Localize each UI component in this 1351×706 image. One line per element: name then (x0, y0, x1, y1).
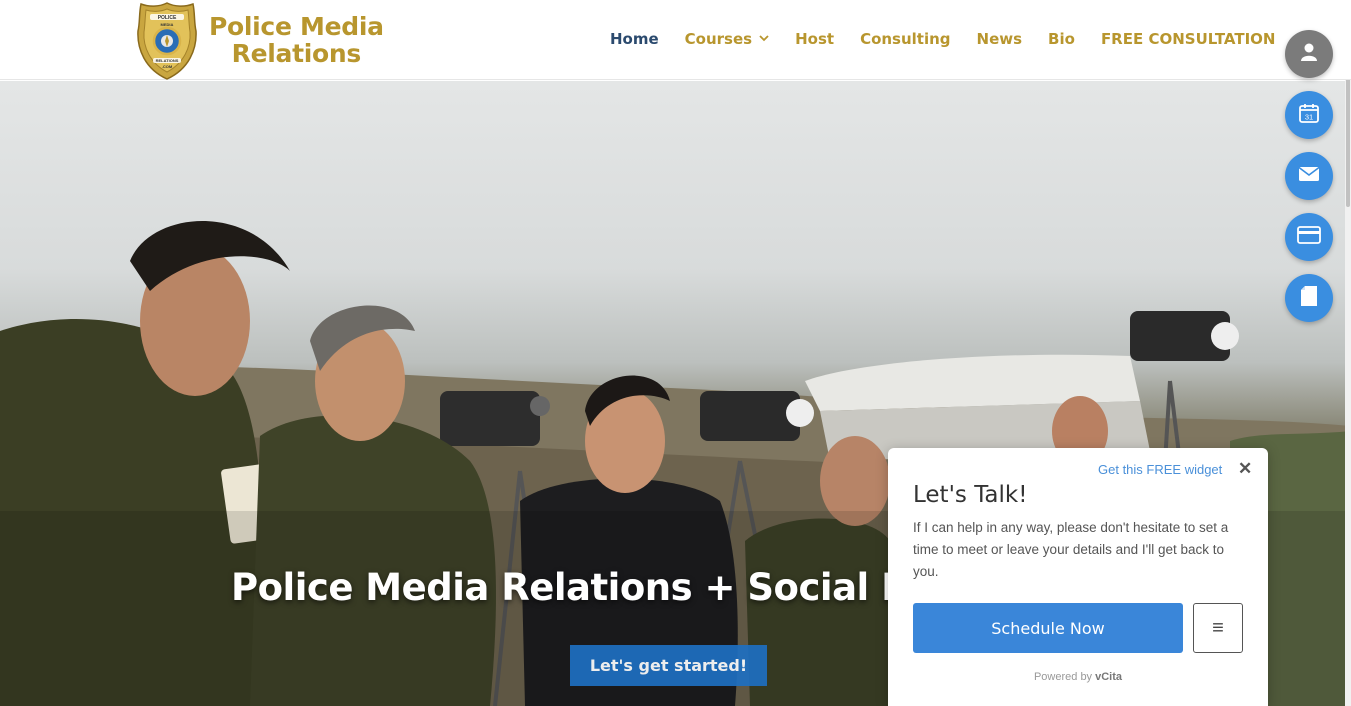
badge-text-bottom: RELATIONS (156, 58, 179, 63)
page: POLICE MEDIA RELATIONS .COM Police Media… (0, 0, 1351, 706)
credit-card-icon (1297, 225, 1321, 249)
nav-home[interactable]: Home (610, 30, 659, 48)
profile-button[interactable] (1285, 30, 1333, 78)
calendar-icon: 31 (1298, 102, 1320, 129)
get-free-widget-link[interactable]: Get this FREE widget (1098, 462, 1222, 477)
logo-line-2: Relations (231, 39, 362, 68)
nav-free-consultation[interactable]: FREE CONSULTATION (1101, 30, 1276, 48)
chevron-down-icon (759, 34, 769, 45)
badge-text-com: .COM (162, 64, 173, 69)
calendar-day: 31 (1305, 112, 1313, 121)
powered-by-brand[interactable]: vCita (1095, 671, 1122, 683)
badge-text-mid: MEDIA (161, 22, 174, 27)
nav-consulting[interactable]: Consulting (860, 30, 950, 48)
hero-title: Police Media Relations + Social Me (231, 566, 943, 609)
logo-line-1: Police Media (209, 12, 384, 41)
nav-host[interactable]: Host (795, 30, 834, 48)
main-nav: Home Courses Host Consulting News Bio FR… (610, 30, 1275, 48)
payment-button[interactable] (1285, 213, 1333, 261)
schedule-now-button[interactable]: Schedule Now (913, 603, 1183, 653)
site-header: POLICE MEDIA RELATIONS .COM Police Media… (0, 0, 1351, 80)
badge-text-top: POLICE (158, 15, 177, 21)
document-button[interactable] (1285, 274, 1333, 322)
document-icon (1300, 285, 1318, 312)
logo-text: Police Media Relations (209, 13, 384, 67)
hamburger-icon: ≡ (1212, 616, 1224, 639)
powered-by-prefix: Powered by (1033, 671, 1096, 683)
widget-title: Let's Talk! (913, 482, 1028, 508)
get-started-button[interactable]: Let's get started! (570, 645, 767, 686)
nav-courses[interactable]: Courses (685, 30, 769, 48)
calendar-button[interactable]: 31 (1285, 91, 1333, 139)
site-logo[interactable]: POLICE MEDIA RELATIONS .COM Police Media… (137, 0, 384, 80)
widget-message: If I can help in any way, please don't h… (913, 520, 1229, 579)
nav-news[interactable]: News (977, 30, 1023, 48)
user-icon (1299, 42, 1319, 67)
nav-bio[interactable]: Bio (1048, 30, 1075, 48)
powered-by: Powered by vCita (888, 671, 1268, 683)
email-button[interactable] (1285, 152, 1333, 200)
envelope-icon (1298, 166, 1320, 187)
nav-courses-label: Courses (684, 30, 753, 48)
contact-widget: Get this FREE widget ✕ Let's Talk! If I … (888, 448, 1268, 706)
police-badge-logo: POLICE MEDIA RELATIONS .COM (137, 1, 197, 80)
close-icon[interactable]: ✕ (1238, 459, 1252, 479)
widget-menu-button[interactable]: ≡ (1193, 603, 1243, 653)
